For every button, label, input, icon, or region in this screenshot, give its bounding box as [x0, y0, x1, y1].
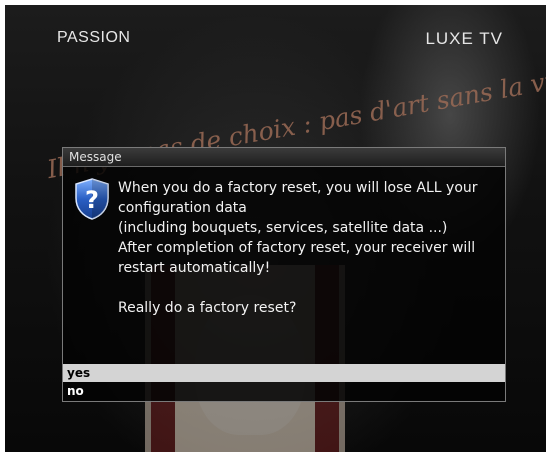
- svg-text:?: ?: [85, 186, 99, 214]
- dialog-message: When you do a factory reset, you will lo…: [118, 178, 498, 318]
- question-shield-icon: ?: [75, 178, 109, 220]
- choice-no[interactable]: no: [63, 382, 505, 400]
- message-line: configuration data: [118, 200, 247, 216]
- message-spacer: [118, 278, 498, 298]
- message-line: When you do a factory reset, you will lo…: [118, 180, 478, 196]
- choice-list: yes no: [63, 364, 505, 400]
- tv-screen: Il n'y a pas de choix : pas d'art sans l…: [5, 5, 546, 452]
- channel-name-left: PASSION: [57, 29, 131, 46]
- choice-yes[interactable]: yes: [63, 364, 505, 382]
- message-question: Really do a factory reset?: [118, 300, 297, 316]
- channel-logo-right: LUXE TV: [425, 29, 503, 48]
- message-line: (including bouquets, services, satellite…: [118, 220, 448, 236]
- dialog-title: Message: [63, 148, 505, 167]
- message-dialog: Message ? When you do a factory reset, y…: [62, 147, 506, 402]
- message-line: After completion of factory reset, your …: [118, 240, 476, 256]
- message-line: restart automatically!: [118, 260, 271, 276]
